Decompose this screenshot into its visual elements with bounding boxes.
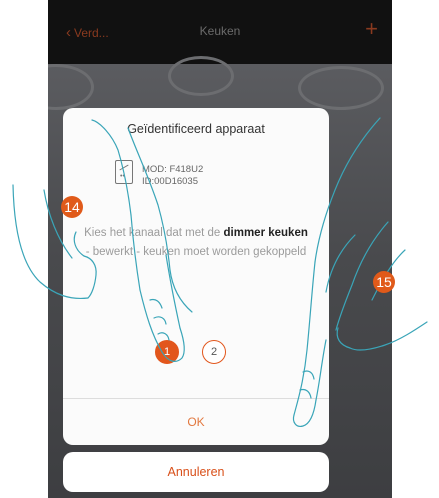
channel-2-button[interactable]: 2 — [202, 340, 226, 364]
page-title: Keuken — [199, 24, 241, 38]
device-info: MOD: F418U2 ID:00D16035 — [142, 164, 203, 188]
channel-1-button[interactable]: 1 — [155, 340, 179, 364]
instruction-bold: dimmer keuken — [223, 227, 308, 239]
add-icon[interactable]: + — [365, 18, 378, 40]
instruction-text: Kies het kanaal dat met de dimmer keuken… — [63, 224, 329, 262]
burner-ring — [298, 66, 384, 110]
switch-dots: •• — [120, 173, 125, 180]
identified-device-dialog: Geïdentificeerd apparaat •• MOD: F418U2 … — [63, 108, 329, 445]
step-14-badge: 14 — [61, 196, 83, 218]
device-id: ID:00D16035 — [142, 176, 198, 187]
switch-module-icon: •• — [115, 160, 133, 184]
top-bar: ‹ Verd... Keuken + — [48, 0, 392, 64]
switch-lever — [119, 164, 129, 171]
instruction-suffix: - bewerkt - keuken moet worden gekoppeld — [85, 246, 307, 258]
dialog-title: Geïdentificeerd apparaat — [127, 122, 265, 136]
device-model: MOD: F418U2 — [142, 164, 204, 175]
ok-button[interactable]: OK — [63, 399, 329, 445]
cancel-button[interactable]: Annuleren — [63, 452, 329, 492]
burner-ring — [48, 64, 94, 110]
burner-ring — [168, 56, 234, 96]
instruction-prefix: Kies het kanaal dat met de — [84, 227, 221, 239]
step-15-badge: 15 — [373, 271, 395, 293]
